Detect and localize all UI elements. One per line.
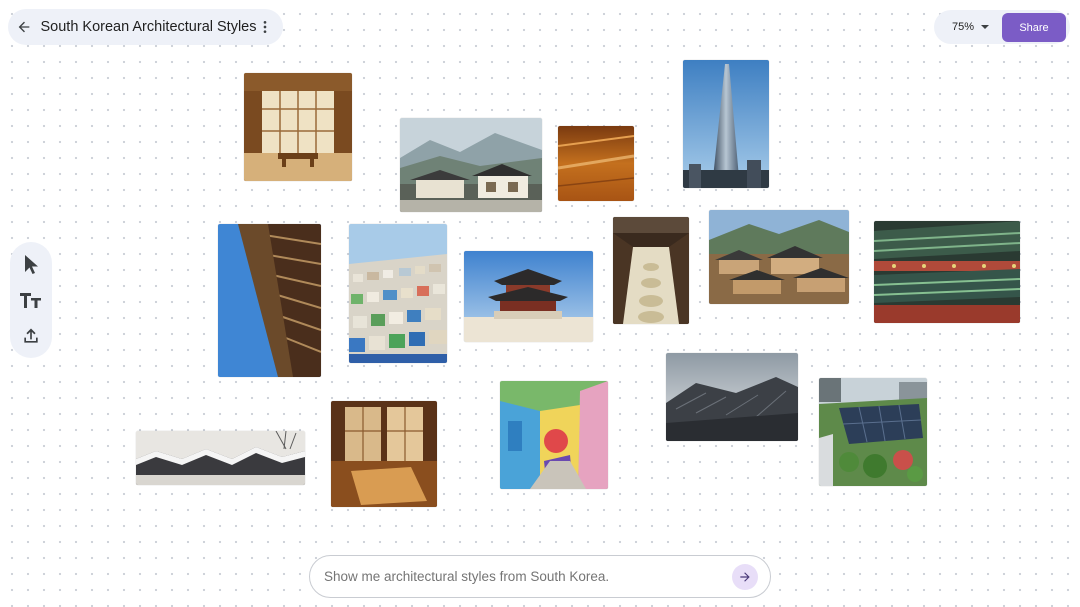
select-tool-button[interactable]	[15, 248, 47, 280]
back-button[interactable]	[16, 13, 32, 41]
image-rooftop-garden-solar[interactable]	[819, 378, 927, 486]
image-hanok-interior-sunlight[interactable]	[331, 401, 437, 507]
image-palace-dancheong-eaves[interactable]	[874, 221, 1020, 323]
share-button[interactable]: Share	[1002, 13, 1066, 42]
image-traditional-eaves[interactable]	[218, 224, 321, 377]
arrow-left-icon	[18, 21, 30, 33]
zoom-dropdown[interactable]: 75%	[946, 16, 996, 38]
board-title-bar: South Korean Architectural Styles	[8, 9, 283, 45]
prompt-input[interactable]	[322, 568, 732, 585]
left-toolbar	[10, 242, 52, 358]
send-button[interactable]	[732, 563, 758, 590]
text-tool-button[interactable]	[15, 284, 47, 316]
image-gamcheon-hillside-village[interactable]	[349, 224, 447, 363]
image-gyeongbokgung-pavilion[interactable]	[464, 251, 593, 342]
upload-icon	[24, 328, 38, 343]
caret-down-icon	[981, 25, 990, 29]
zoom-level: 75%	[952, 21, 975, 33]
image-hanok-courtyard-stones[interactable]	[613, 217, 689, 324]
upload-tool-button[interactable]	[15, 320, 47, 352]
image-wooden-floor-closeup[interactable]	[558, 126, 634, 201]
arrow-right-icon	[740, 571, 750, 582]
image-colorful-mural-alley[interactable]	[500, 381, 608, 489]
image-hanok-village-rooftops[interactable]	[709, 210, 849, 304]
prompt-bar	[309, 555, 771, 598]
page-title: South Korean Architectural Styles	[40, 19, 257, 35]
more-options-button[interactable]	[257, 13, 273, 41]
image-modern-hanok-village[interactable]	[400, 118, 542, 212]
image-snow-covered-roofs[interactable]	[136, 431, 305, 485]
cursor-arrow-icon	[25, 255, 38, 274]
image-lotte-world-tower[interactable]	[683, 60, 769, 188]
text-format-icon	[20, 293, 41, 308]
image-hanok-tiled-roof-sky[interactable]	[666, 353, 798, 441]
more-vert-icon	[263, 21, 267, 33]
image-hanok-room-interior[interactable]	[244, 73, 352, 181]
